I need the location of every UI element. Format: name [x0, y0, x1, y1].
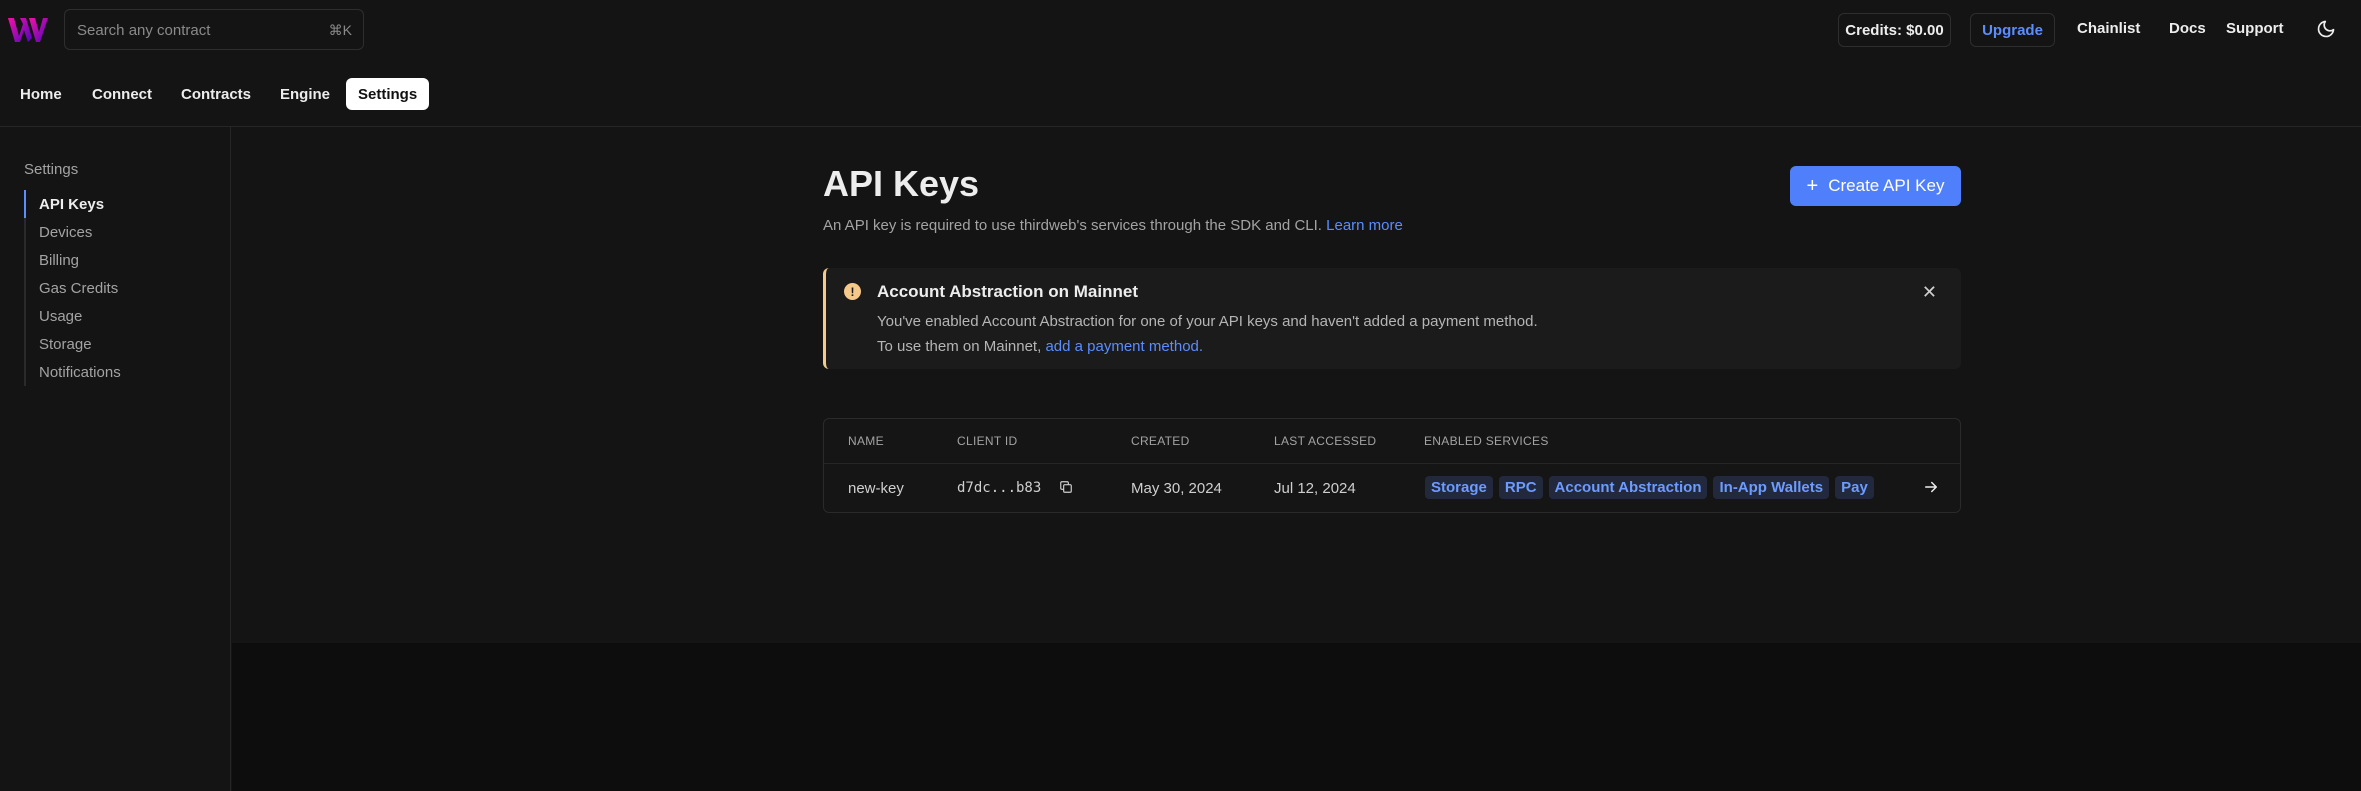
support-link[interactable]: Support: [2226, 20, 2284, 37]
page-subtitle-text: An API key is required to use thirdweb's…: [823, 217, 1322, 234]
chainlist-link[interactable]: Chainlist: [2077, 20, 2140, 37]
sidebar-item-storage[interactable]: Storage: [26, 330, 121, 358]
sidebar-title: Settings: [24, 161, 79, 178]
sidebar-item-billing[interactable]: Billing: [26, 246, 121, 274]
tab-contracts[interactable]: Contracts: [169, 78, 263, 110]
copy-icon[interactable]: [1059, 480, 1073, 494]
alert-line2-prefix: To use them on Mainnet,: [877, 338, 1042, 355]
tab-settings[interactable]: Settings: [346, 78, 430, 110]
sidebar-item-usage[interactable]: Usage: [26, 302, 121, 330]
sidebar-item-api-keys[interactable]: API Keys: [24, 190, 121, 218]
column-header-created: CREATED: [1131, 434, 1190, 448]
close-icon[interactable]: ✕: [1922, 282, 1937, 303]
service-badge-storage: Storage: [1425, 476, 1493, 499]
client-id: d7dc...b83: [957, 480, 1042, 496]
docs-link[interactable]: Docs: [2169, 20, 2206, 37]
arrow-right-icon[interactable]: [1922, 478, 1940, 496]
settings-sidebar: Settings API Keys Devices Billing Gas Cr…: [0, 127, 231, 791]
create-api-key-label: Create API Key: [1828, 176, 1945, 195]
sidebar-item-gas-credits[interactable]: Gas Credits: [26, 274, 121, 302]
search-shortcut: ⌘K: [328, 22, 352, 38]
column-header-name: NAME: [848, 434, 884, 448]
learn-more-link[interactable]: Learn more: [1326, 217, 1403, 234]
tab-engine[interactable]: Engine: [268, 78, 342, 110]
account-abstraction-alert: ! Account Abstraction on Mainnet You've …: [823, 268, 1961, 369]
add-payment-method-link[interactable]: add a payment method.: [1045, 338, 1203, 355]
created-date: May 30, 2024: [1131, 480, 1222, 497]
header-divider: [0, 126, 2361, 127]
table-header: NAME CLIENT ID CREATED LAST ACCESSED ENA…: [824, 419, 1960, 464]
api-keys-table: NAME CLIENT ID CREATED LAST ACCESSED ENA…: [823, 418, 1961, 513]
alert-message-line2: To use them on Mainnet, add a payment me…: [877, 338, 1203, 355]
search-input[interactable]: Search any contract ⌘K: [64, 9, 364, 50]
enabled-services: Storage RPC Account Abstraction In-App W…: [1425, 476, 1874, 499]
search-placeholder: Search any contract: [77, 22, 211, 39]
sidebar-item-notifications[interactable]: Notifications: [26, 358, 121, 386]
page-title: API Keys: [823, 163, 980, 204]
service-badge-in-app-wallets: In-App Wallets: [1713, 476, 1830, 499]
page-subtitle: An API key is required to use thirdweb's…: [823, 217, 1403, 234]
moon-icon[interactable]: [2316, 19, 2336, 39]
alert-message-line1: You've enabled Account Abstraction for o…: [877, 313, 1538, 330]
create-api-key-button[interactable]: + Create API Key: [1790, 166, 1961, 206]
last-accessed-date: Jul 12, 2024: [1274, 480, 1356, 497]
top-header: Search any contract ⌘K Credits: $0.00 Up…: [0, 0, 2361, 60]
sidebar-item-devices[interactable]: Devices: [26, 218, 121, 246]
tab-connect[interactable]: Connect: [80, 78, 164, 110]
tab-home[interactable]: Home: [8, 78, 74, 110]
column-header-client-id: CLIENT ID: [957, 434, 1018, 448]
thirdweb-logo-icon[interactable]: [7, 16, 49, 44]
main-footer-area: [232, 643, 2361, 791]
service-badge-pay: Pay: [1835, 476, 1874, 499]
service-badge-account-abstraction: Account Abstraction: [1548, 476, 1708, 499]
key-name: new-key: [848, 480, 904, 497]
credits-button[interactable]: Credits: $0.00: [1838, 13, 1951, 47]
warning-icon: !: [844, 283, 861, 300]
plus-icon: +: [1806, 175, 1819, 197]
column-header-last-accessed: LAST ACCESSED: [1274, 434, 1377, 448]
sidebar-list: API Keys Devices Billing Gas Credits Usa…: [24, 190, 121, 386]
alert-title: Account Abstraction on Mainnet: [877, 282, 1138, 301]
service-badge-rpc: RPC: [1498, 476, 1543, 499]
column-header-enabled-services: ENABLED SERVICES: [1424, 434, 1549, 448]
upgrade-button[interactable]: Upgrade: [1970, 13, 2055, 47]
